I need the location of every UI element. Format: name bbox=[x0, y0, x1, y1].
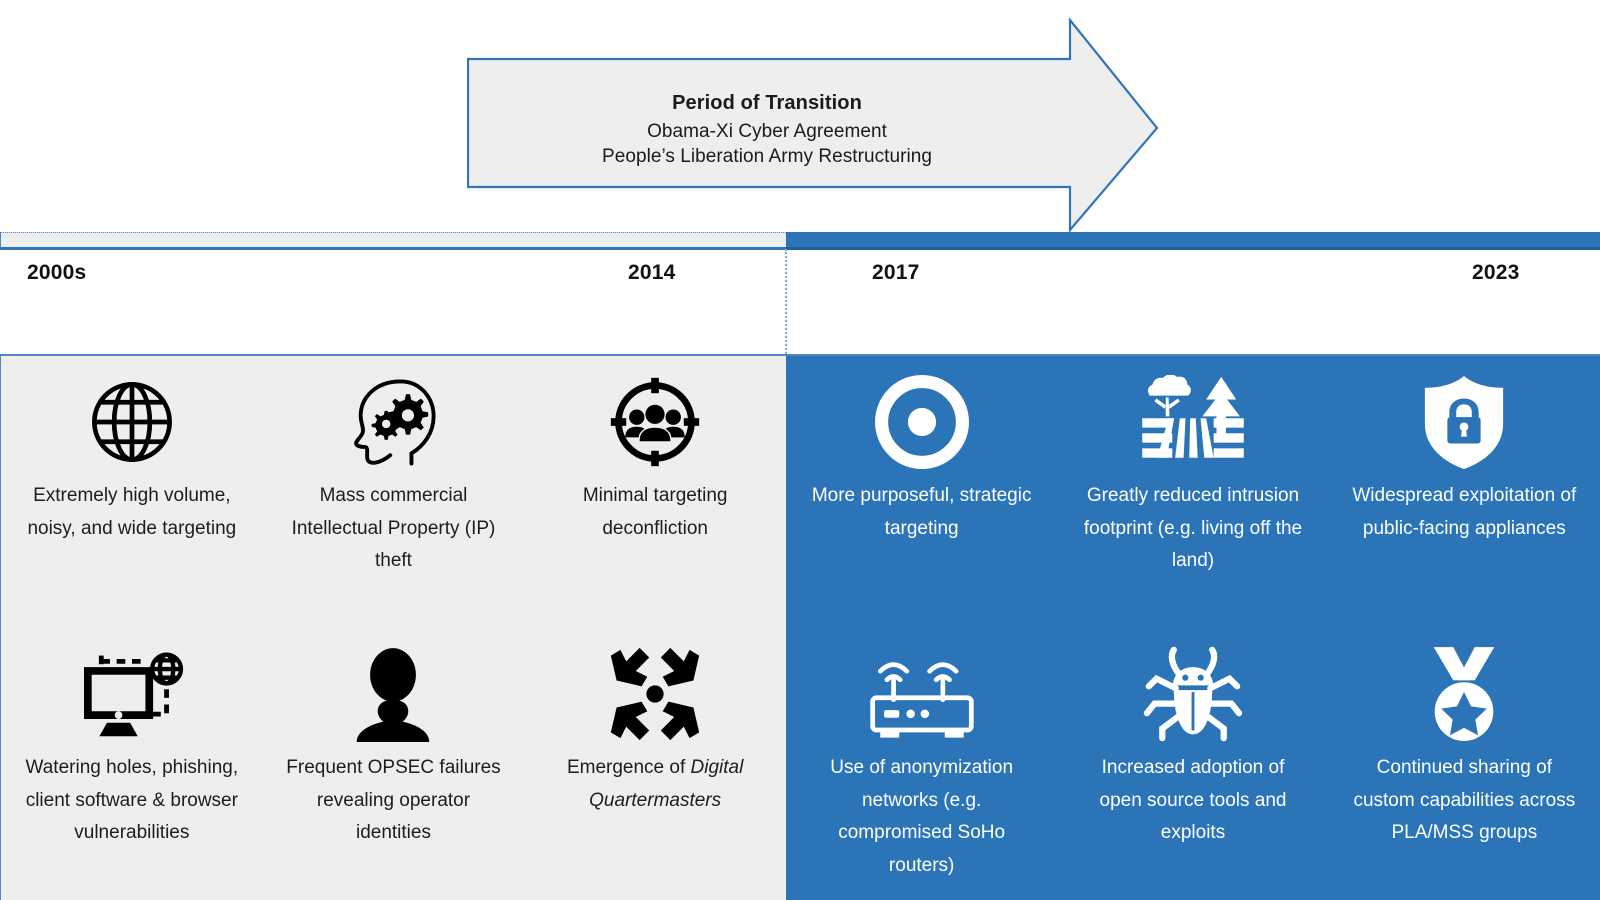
past-item-globe: Extremely high volume, noisy, and wide t… bbox=[1, 356, 263, 628]
past-item-ip-theft: Mass commercial Intellectual Property (I… bbox=[263, 356, 525, 628]
past-era-panel: Extremely high volume, noisy, and wide t… bbox=[0, 354, 786, 900]
past-item-watering-holes: Watering holes, phishing, client softwar… bbox=[1, 628, 263, 900]
bug-icon bbox=[1143, 646, 1243, 742]
present-item-label: Use of anonymization networks (e.g. comp… bbox=[830, 757, 1014, 877]
present-item-sharing: Continued sharing of custom capabilities… bbox=[1329, 628, 1600, 900]
arrow-subtitle-1: Obama-Xi Cyber Agreement bbox=[647, 121, 887, 143]
arrow-title: Period of Transition bbox=[672, 92, 862, 114]
wifi-router-icon bbox=[867, 646, 977, 742]
present-item-appliances: Widespread exploitation of public-facing… bbox=[1329, 356, 1600, 628]
present-item-label: Greatly reduced intrusion footprint (e.g… bbox=[1083, 485, 1303, 572]
globe-grid-icon bbox=[85, 374, 179, 470]
present-item-label: Increased adoption of open source tools … bbox=[1099, 757, 1287, 844]
present-item-label: More purposeful, strategic targeting bbox=[811, 485, 1032, 539]
year-label-2023: 2023 bbox=[1472, 261, 1520, 284]
timeline-bar bbox=[0, 232, 1600, 250]
transition-arrow: Period of Transition Obama-Xi Cyber Agre… bbox=[467, 18, 1159, 232]
person-silhouette-icon bbox=[351, 646, 435, 742]
present-item-label: Continued sharing of custom capabilities… bbox=[1353, 757, 1576, 844]
year-label-2000s: 2000s bbox=[27, 261, 87, 284]
past-item-label: Extremely high volume, noisy, and wide t… bbox=[27, 485, 237, 539]
shield-lock-icon bbox=[1419, 374, 1509, 470]
present-era-panel: More purposeful, strategic targeting Gre… bbox=[786, 354, 1600, 900]
past-item-label: Watering holes, phishing, client softwar… bbox=[25, 757, 239, 844]
year-label-2014: 2014 bbox=[628, 261, 676, 284]
arrow-subtitle-2: People’s Liberation Army Restructuring bbox=[602, 146, 932, 168]
target-ring-icon bbox=[874, 374, 969, 470]
arrow-text-block: Period of Transition Obama-Xi Cyber Agre… bbox=[467, 90, 1067, 170]
monitor-globe-icon bbox=[78, 646, 186, 742]
past-item-label: Minimal targeting deconfliction bbox=[582, 485, 728, 539]
timeline-bar-past bbox=[0, 232, 786, 250]
crosshair-people-icon bbox=[607, 374, 703, 470]
past-item-label: Frequent OPSEC failures revealing operat… bbox=[286, 757, 501, 844]
medal-star-icon bbox=[1420, 646, 1508, 742]
past-item-opsec: Frequent OPSEC failures revealing operat… bbox=[263, 628, 525, 900]
past-item-label: Emergence of Digital Quartermasters bbox=[540, 752, 770, 817]
label-prefix: Emergence of bbox=[566, 757, 691, 778]
year-label-2017: 2017 bbox=[872, 261, 920, 284]
past-item-quartermasters: Emergence of Digital Quartermasters bbox=[524, 628, 786, 900]
head-gears-icon bbox=[345, 374, 441, 470]
present-item-label: Widespread exploitation of public-facing… bbox=[1352, 485, 1577, 539]
present-item-anonymization: Use of anonymization networks (e.g. comp… bbox=[786, 628, 1057, 900]
converging-arrows-icon bbox=[605, 646, 705, 742]
field-trees-icon bbox=[1136, 374, 1250, 470]
past-item-deconfliction: Minimal targeting deconfliction bbox=[524, 356, 786, 628]
timeline-bar-present bbox=[786, 232, 1600, 250]
past-item-label: Mass commercial Intellectual Property (I… bbox=[291, 485, 496, 572]
present-item-footprint: Greatly reduced intrusion footprint (e.g… bbox=[1057, 356, 1328, 628]
present-item-open-source: Increased adoption of open source tools … bbox=[1057, 628, 1328, 900]
present-item-targeting: More purposeful, strategic targeting bbox=[786, 356, 1057, 628]
